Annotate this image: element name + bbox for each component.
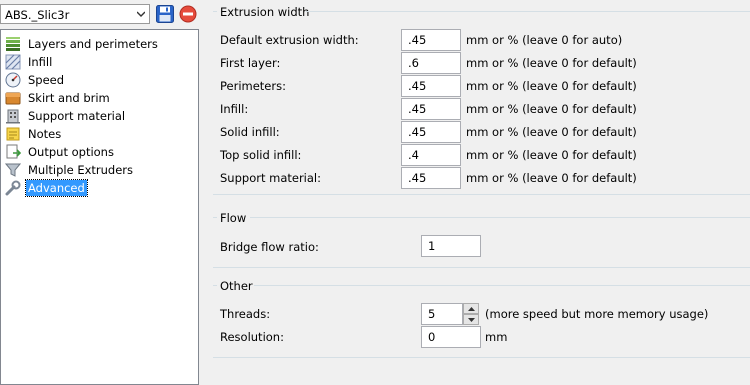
tree-item-label: Layers and perimeters [28, 37, 158, 51]
tree-item-label: Support material [28, 109, 126, 123]
hint-top-solid-infill: mm or % (leave 0 for default) [466, 148, 637, 162]
tree-item-label: Speed [28, 73, 65, 87]
building-icon [6, 109, 20, 124]
box-icon [5, 92, 21, 105]
hint-infill: mm or % (leave 0 for default) [466, 102, 637, 116]
save-preset-button[interactable] [155, 4, 175, 24]
group-rule [213, 217, 217, 218]
tree-item-layers-and-perimeters[interactable]: Layers and perimeters [5, 35, 160, 53]
input-infill[interactable]: .45 [401, 98, 461, 120]
tree-item-label: Infill [28, 55, 53, 69]
tree-item-label: Advanced [25, 179, 88, 197]
input-threads[interactable]: 5 [421, 303, 463, 325]
wrench-icon [5, 180, 21, 196]
input-bridge-flow-ratio[interactable]: 1 [421, 235, 481, 257]
label-infill: Infill: [220, 102, 249, 116]
group-rule [213, 357, 750, 358]
hint-solid-infill: mm or % (leave 0 for default) [466, 125, 637, 139]
tree-item-label: Notes [28, 127, 62, 141]
delete-preset-button[interactable] [178, 4, 198, 24]
speedometer-icon [5, 72, 21, 88]
group-title-flow: Flow [220, 211, 247, 225]
triangle-up-icon [468, 307, 475, 311]
floppy-disk-icon [156, 5, 174, 23]
note-icon [6, 127, 20, 141]
chevron-down-icon [137, 11, 145, 17]
output-icon [6, 144, 21, 159]
input-solid-infill[interactable]: .45 [401, 121, 461, 143]
group-rule [306, 11, 750, 12]
tree-item-support-material[interactable]: Support material [5, 107, 127, 125]
tree-item-label: Skirt and brim [28, 91, 110, 105]
input-perimeters[interactable]: .45 [401, 75, 461, 97]
input-first-layer[interactable]: .6 [401, 52, 461, 74]
spin-down-button[interactable] [463, 314, 479, 325]
group-rule [213, 11, 217, 12]
label-top-solid-infill: Top solid infill: [220, 148, 302, 162]
triangle-down-icon [468, 318, 475, 322]
label-bridge-flow-ratio: Bridge flow ratio: [220, 240, 319, 254]
group-rule [213, 194, 750, 195]
label-threads: Threads: [220, 307, 271, 321]
tree-item-infill[interactable]: Infill [5, 53, 54, 71]
group-rule [213, 267, 750, 268]
hint-support-material: mm or % (leave 0 for default) [466, 171, 637, 185]
tree-item-output-options[interactable]: Output options [5, 143, 116, 161]
hint-first-layer: mm or % (leave 0 for default) [466, 56, 637, 70]
resolution-unit: mm [485, 330, 508, 344]
infill-icon [5, 54, 21, 70]
funnel-icon [5, 163, 21, 177]
tree-item-advanced[interactable]: Advanced [5, 179, 88, 197]
spin-up-button[interactable] [463, 303, 479, 314]
group-title-other: Other [220, 279, 253, 293]
label-perimeters: Perimeters: [220, 79, 286, 93]
label-resolution: Resolution: [220, 330, 284, 344]
hint-default-extrusion-width: mm or % (leave 0 for auto) [466, 33, 623, 47]
group-rule [213, 285, 217, 286]
label-first-layer: First layer: [220, 56, 281, 70]
tree-item-speed[interactable]: Speed [5, 71, 66, 89]
input-resolution[interactable]: 0 [421, 326, 481, 348]
tree-item-skirt-and-brim[interactable]: Skirt and brim [5, 89, 112, 107]
settings-tree: Layers and perimeters Infill Speed Skirt… [0, 29, 199, 385]
tree-item-multiple-extruders[interactable]: Multiple Extruders [5, 161, 135, 179]
label-default-extrusion-width: Default extrusion width: [220, 33, 359, 47]
layers-icon [6, 37, 20, 51]
input-support-material[interactable]: .45 [401, 167, 461, 189]
group-title-extrusion-width: Extrusion width [220, 5, 310, 19]
hint-perimeters: mm or % (leave 0 for default) [466, 79, 637, 93]
group-rule [250, 217, 750, 218]
tree-item-label: Output options [28, 145, 114, 159]
tree-item-notes[interactable]: Notes [5, 125, 63, 143]
tree-item-label: Multiple Extruders [28, 163, 134, 177]
threads-spinner [463, 303, 479, 325]
profile-dropdown[interactable]: ABS._Slic3r [0, 4, 150, 24]
red-delete-icon [179, 5, 197, 23]
input-top-solid-infill[interactable]: .4 [401, 144, 461, 166]
input-default-extrusion-width[interactable]: .45 [401, 29, 461, 51]
group-rule [254, 285, 750, 286]
label-solid-infill: Solid infill: [220, 125, 280, 139]
hint-threads: (more speed but more memory usage) [485, 307, 709, 321]
label-support-material: Support material: [220, 171, 321, 185]
profile-dropdown-value: ABS._Slic3r [5, 8, 70, 22]
